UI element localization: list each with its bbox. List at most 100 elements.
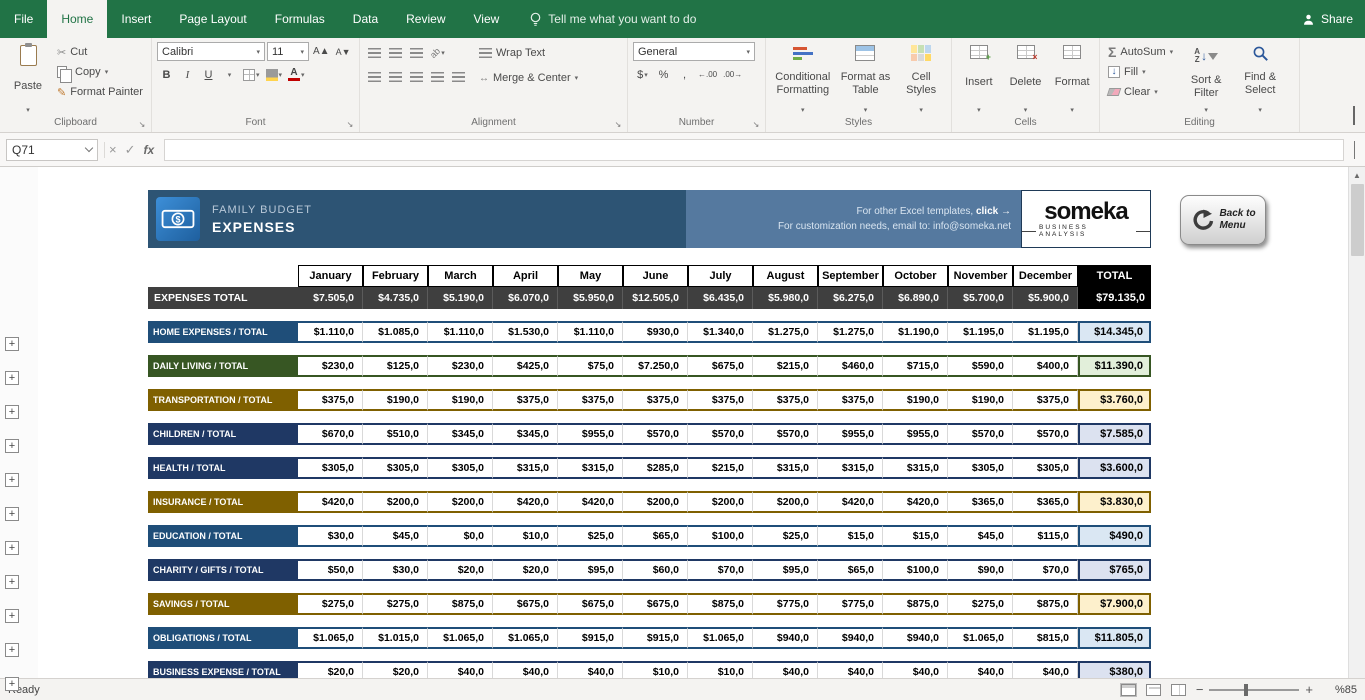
expenses-total-month-cell[interactable]: $12.505,0 bbox=[623, 287, 688, 309]
category-total-cell[interactable]: $380,0 bbox=[1078, 661, 1151, 678]
category-month-cell[interactable]: $200,0 bbox=[623, 491, 688, 513]
category-month-cell[interactable]: $1.065,0 bbox=[428, 627, 493, 649]
category-month-cell[interactable]: $40,0 bbox=[493, 661, 558, 678]
category-month-cell[interactable]: $930,0 bbox=[623, 321, 688, 343]
category-total-cell[interactable]: $765,0 bbox=[1078, 559, 1151, 581]
month-header-cell[interactable]: September bbox=[818, 265, 883, 287]
category-month-cell[interactable]: $375,0 bbox=[558, 389, 623, 411]
expenses-total-month-cell[interactable]: $5.950,0 bbox=[558, 287, 623, 309]
category-month-cell[interactable]: $365,0 bbox=[1013, 491, 1078, 513]
zoom-thumb[interactable] bbox=[1244, 684, 1248, 696]
month-header-cell[interactable]: October bbox=[883, 265, 948, 287]
category-month-cell[interactable]: $875,0 bbox=[883, 593, 948, 615]
category-month-cell[interactable]: $65,0 bbox=[818, 559, 883, 581]
category-total-cell[interactable]: $3.830,0 bbox=[1078, 491, 1151, 513]
outline-expand-button[interactable]: + bbox=[5, 677, 19, 691]
category-month-cell[interactable]: $1.110,0 bbox=[558, 321, 623, 343]
font-name-combo[interactable]: Calibri▾ bbox=[157, 42, 265, 61]
category-month-cell[interactable]: $95,0 bbox=[558, 559, 623, 581]
category-total-cell[interactable]: $490,0 bbox=[1078, 525, 1151, 547]
category-month-cell[interactable]: $100,0 bbox=[688, 525, 753, 547]
number-format-combo[interactable]: General▾ bbox=[633, 42, 755, 61]
underline-dropdown[interactable]: ▾ bbox=[220, 65, 239, 84]
align-right-button[interactable] bbox=[407, 67, 426, 86]
category-month-cell[interactable]: $675,0 bbox=[558, 593, 623, 615]
category-label[interactable]: INSURANCE / TOTAL bbox=[148, 491, 298, 513]
category-month-cell[interactable]: $570,0 bbox=[688, 423, 753, 445]
category-month-cell[interactable]: $1.015,0 bbox=[363, 627, 428, 649]
month-header-cell[interactable]: March bbox=[428, 265, 493, 287]
increase-indent-button[interactable] bbox=[449, 67, 468, 86]
category-month-cell[interactable]: $20,0 bbox=[428, 559, 493, 581]
cancel-button[interactable]: × bbox=[109, 142, 117, 157]
category-month-cell[interactable]: $315,0 bbox=[883, 457, 948, 479]
cell-styles-button[interactable]: Cell Styles ▾ bbox=[896, 42, 946, 116]
category-month-cell[interactable]: $1.110,0 bbox=[428, 321, 493, 343]
category-month-cell[interactable]: $420,0 bbox=[883, 491, 948, 513]
category-month-cell[interactable]: $15,0 bbox=[818, 525, 883, 547]
category-month-cell[interactable]: $1.065,0 bbox=[948, 627, 1013, 649]
delete-cells-button[interactable]: × Delete ▾ bbox=[1004, 42, 1048, 116]
category-month-cell[interactable]: $915,0 bbox=[558, 627, 623, 649]
category-month-cell[interactable]: $275,0 bbox=[363, 593, 428, 615]
category-month-cell[interactable]: $1.085,0 bbox=[363, 321, 428, 343]
category-month-cell[interactable]: $375,0 bbox=[623, 389, 688, 411]
category-month-cell[interactable]: $345,0 bbox=[428, 423, 493, 445]
orientation-button[interactable]: ab▾ bbox=[428, 43, 447, 62]
category-month-cell[interactable]: $955,0 bbox=[883, 423, 948, 445]
category-month-cell[interactable]: $590,0 bbox=[948, 355, 1013, 377]
format-cells-button[interactable]: Format ▾ bbox=[1050, 42, 1094, 116]
category-month-cell[interactable]: $875,0 bbox=[428, 593, 493, 615]
month-header-cell[interactable]: December bbox=[1013, 265, 1078, 287]
category-month-cell[interactable]: $420,0 bbox=[558, 491, 623, 513]
sort-filter-button[interactable]: AZ ↓ Sort & Filter ▾ bbox=[1182, 42, 1230, 116]
shrink-font-button[interactable]: A▼ bbox=[334, 42, 353, 61]
category-month-cell[interactable]: $190,0 bbox=[363, 389, 428, 411]
category-month-cell[interactable]: $345,0 bbox=[493, 423, 558, 445]
category-month-cell[interactable]: $940,0 bbox=[818, 627, 883, 649]
category-month-cell[interactable]: $675,0 bbox=[493, 593, 558, 615]
tab-view[interactable]: View bbox=[460, 0, 514, 38]
category-month-cell[interactable]: $1.275,0 bbox=[818, 321, 883, 343]
category-month-cell[interactable]: $10,0 bbox=[493, 525, 558, 547]
fill-color-button[interactable]: ▾ bbox=[264, 65, 285, 84]
font-dialog-launcher-icon[interactable]: ↘ bbox=[345, 120, 355, 130]
category-month-cell[interactable]: $420,0 bbox=[818, 491, 883, 513]
increase-decimal-button[interactable]: ←.00 bbox=[696, 65, 719, 84]
formula-input[interactable] bbox=[164, 139, 1344, 161]
tab-data[interactable]: Data bbox=[339, 0, 392, 38]
category-month-cell[interactable]: $40,0 bbox=[1013, 661, 1078, 678]
tab-page-layout[interactable]: Page Layout bbox=[165, 0, 260, 38]
wrap-text-button[interactable]: Wrap Text bbox=[476, 43, 581, 63]
align-center-button[interactable] bbox=[386, 67, 405, 86]
bold-button[interactable]: B bbox=[157, 65, 176, 84]
category-month-cell[interactable]: $940,0 bbox=[883, 627, 948, 649]
grow-font-button[interactable]: A▲ bbox=[311, 42, 332, 61]
category-month-cell[interactable]: $420,0 bbox=[298, 491, 363, 513]
expenses-total-month-cell[interactable]: $6.890,0 bbox=[883, 287, 948, 309]
category-month-cell[interactable]: $275,0 bbox=[298, 593, 363, 615]
category-month-cell[interactable]: $10,0 bbox=[688, 661, 753, 678]
scrollbar-thumb[interactable] bbox=[1351, 184, 1364, 256]
tab-insert[interactable]: Insert bbox=[107, 0, 165, 38]
category-month-cell[interactable]: $775,0 bbox=[753, 593, 818, 615]
outline-expand-button[interactable]: + bbox=[5, 507, 19, 521]
category-month-cell[interactable]: $95,0 bbox=[753, 559, 818, 581]
expenses-total-label[interactable]: EXPENSES TOTAL bbox=[148, 287, 298, 309]
category-month-cell[interactable]: $915,0 bbox=[623, 627, 688, 649]
category-month-cell[interactable]: $670,0 bbox=[298, 423, 363, 445]
expenses-grand-total-cell[interactable]: $79.135,0 bbox=[1078, 287, 1151, 309]
expenses-total-month-cell[interactable]: $5.900,0 bbox=[1013, 287, 1078, 309]
category-month-cell[interactable]: $1.195,0 bbox=[1013, 321, 1078, 343]
category-label[interactable]: CHARITY / GIFTS / TOTAL bbox=[148, 559, 298, 581]
tell-me-box[interactable]: Tell me what you want to do bbox=[529, 0, 696, 38]
tab-formulas[interactable]: Formulas bbox=[261, 0, 339, 38]
category-month-cell[interactable]: $305,0 bbox=[1013, 457, 1078, 479]
percent-style-button[interactable]: % bbox=[654, 65, 673, 84]
category-month-cell[interactable]: $285,0 bbox=[623, 457, 688, 479]
category-month-cell[interactable]: $1.065,0 bbox=[298, 627, 363, 649]
category-month-cell[interactable]: $875,0 bbox=[688, 593, 753, 615]
category-month-cell[interactable]: $1.275,0 bbox=[753, 321, 818, 343]
category-month-cell[interactable]: $70,0 bbox=[688, 559, 753, 581]
category-month-cell[interactable]: $460,0 bbox=[818, 355, 883, 377]
